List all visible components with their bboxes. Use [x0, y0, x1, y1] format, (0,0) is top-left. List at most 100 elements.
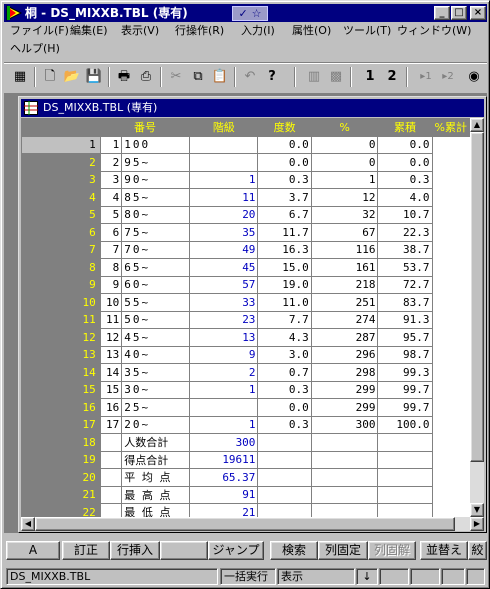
undo-icon[interactable]: ↶: [240, 67, 260, 87]
cut-icon[interactable]: ✂: [166, 67, 186, 87]
cell-cumulative[interactable]: 116: [310, 240, 379, 259]
chart-icon[interactable]: ▥: [304, 67, 324, 87]
paste-icon[interactable]: 📋: [210, 67, 230, 87]
print-preview-icon[interactable]: ⎙: [136, 67, 156, 87]
cell-cumulative[interactable]: 32: [310, 205, 379, 224]
cell-class[interactable]: 25~: [121, 398, 191, 417]
cell-cumulative-percent[interactable]: 99.7: [377, 380, 433, 399]
fkey-freeze-column[interactable]: 列固定: [318, 541, 368, 560]
row-header[interactable]: 5: [21, 205, 101, 224]
fkey-sort[interactable]: 並替え: [420, 541, 468, 560]
cell-empty[interactable]: [257, 433, 312, 452]
row-header[interactable]: 9: [21, 275, 101, 294]
fkey-a[interactable]: A: [6, 541, 60, 560]
cell-cumulative[interactable]: 287: [310, 328, 379, 347]
cell-class[interactable]: 65~: [121, 258, 191, 277]
cell-no[interactable]: [99, 503, 123, 517]
cell-empty[interactable]: [377, 485, 433, 504]
horizontal-scrollbar[interactable]: ◀ ▶: [21, 517, 484, 531]
fkey-unfreeze-column[interactable]: 列固解: [368, 541, 416, 560]
cell-cumulative-percent[interactable]: 53.7: [377, 258, 433, 277]
cell-frequency[interactable]: 49: [189, 240, 259, 259]
cell-percent[interactable]: 3.7: [257, 188, 312, 207]
row-header[interactable]: 3: [21, 170, 101, 189]
menu-help[interactable]: ヘルプ(H): [10, 41, 60, 57]
circle-icon[interactable]: ◉: [464, 67, 484, 87]
cell-frequency[interactable]: 1: [189, 415, 259, 434]
scroll-right-button[interactable]: ▶: [470, 517, 484, 531]
cell-percent[interactable]: 4.3: [257, 328, 312, 347]
cell-class[interactable]: 35~: [121, 363, 191, 382]
new-file-icon[interactable]: 🗋: [40, 67, 60, 87]
summary-value[interactable]: 21: [189, 503, 259, 517]
cell-no[interactable]: 4: [99, 188, 123, 207]
cell-frequency[interactable]: [189, 153, 259, 172]
cell-class[interactable]: 85~: [121, 188, 191, 207]
cell-frequency[interactable]: 23: [189, 310, 259, 329]
table-doc-icon[interactable]: [24, 101, 38, 115]
cell-cumulative[interactable]: 67: [310, 223, 379, 242]
row-header[interactable]: 7: [21, 240, 101, 259]
row-header[interactable]: 10: [21, 293, 101, 312]
row-header[interactable]: 22: [21, 503, 101, 517]
summary-label[interactable]: 得点合計: [121, 450, 191, 469]
cell-no[interactable]: [99, 450, 123, 469]
fkey-blank[interactable]: [160, 541, 208, 560]
scroll-down-button[interactable]: ▼: [470, 503, 484, 517]
cell-no[interactable]: 12: [99, 328, 123, 347]
cell-no[interactable]: 11: [99, 310, 123, 329]
cell-no[interactable]: 5: [99, 205, 123, 224]
cell-cumulative[interactable]: 1: [310, 170, 379, 189]
cell-percent[interactable]: 11.7: [257, 223, 312, 242]
cell-frequency[interactable]: 33: [189, 293, 259, 312]
copy-icon[interactable]: ⧉: [188, 67, 208, 87]
cell-percent[interactable]: 16.3: [257, 240, 312, 259]
cell-empty[interactable]: [377, 503, 433, 517]
vertical-scrollbar[interactable]: ▲ ▼: [470, 118, 484, 517]
row-header[interactable]: 17: [21, 415, 101, 434]
cell-cumulative[interactable]: 12: [310, 188, 379, 207]
cell-no[interactable]: 14: [99, 363, 123, 382]
cell-no[interactable]: 8: [99, 258, 123, 277]
fkey-correct[interactable]: 訂正: [62, 541, 110, 560]
cell-empty[interactable]: [310, 433, 379, 452]
row-header[interactable]: 21: [21, 485, 101, 504]
cell-cumulative-percent[interactable]: 38.7: [377, 240, 433, 259]
cell-empty[interactable]: [310, 468, 379, 487]
open-folder-icon[interactable]: 📂: [62, 67, 82, 87]
row-header[interactable]: 20: [21, 468, 101, 487]
column-header-no[interactable]: 番号: [99, 118, 191, 137]
grid-corner[interactable]: [21, 118, 101, 137]
row-header[interactable]: 1: [21, 135, 101, 154]
cell-empty[interactable]: [310, 485, 379, 504]
cell-cumulative-percent[interactable]: 10.7: [377, 205, 433, 224]
fkey-search[interactable]: 検索: [270, 541, 318, 560]
cell-no[interactable]: 2: [99, 153, 123, 172]
cell-cumulative-percent[interactable]: 100.0: [377, 415, 433, 434]
cell-frequency[interactable]: 20: [189, 205, 259, 224]
cell-cumulative[interactable]: 0: [310, 135, 379, 154]
cell-empty[interactable]: [257, 503, 312, 517]
cell-frequency[interactable]: 9: [189, 345, 259, 364]
cell-cumulative[interactable]: 298: [310, 363, 379, 382]
cell-no[interactable]: [99, 485, 123, 504]
cell-no[interactable]: 3: [99, 170, 123, 189]
summary-value[interactable]: 65.37: [189, 468, 259, 487]
menu-row-ops[interactable]: 行操作(R): [175, 23, 224, 39]
save-icon[interactable]: 💾: [84, 67, 104, 87]
cell-cumulative[interactable]: 300: [310, 415, 379, 434]
cell-empty[interactable]: [257, 450, 312, 469]
next-2-icon[interactable]: ▸2: [438, 67, 458, 87]
cell-empty[interactable]: [310, 450, 379, 469]
cell-percent[interactable]: 0.3: [257, 415, 312, 434]
cell-cumulative[interactable]: 299: [310, 380, 379, 399]
cell-class[interactable]: 70~: [121, 240, 191, 259]
cell-cumulative[interactable]: 299: [310, 398, 379, 417]
fkey-jump[interactable]: ジャンプ: [208, 541, 264, 560]
cell-empty[interactable]: [257, 468, 312, 487]
cell-empty[interactable]: [310, 503, 379, 517]
cell-cumulative-percent[interactable]: 99.3: [377, 363, 433, 382]
column-header-cumulative-percent[interactable]: %累計: [431, 118, 470, 137]
cell-no[interactable]: [99, 433, 123, 452]
help-pointer-icon[interactable]: ?: [262, 67, 282, 87]
